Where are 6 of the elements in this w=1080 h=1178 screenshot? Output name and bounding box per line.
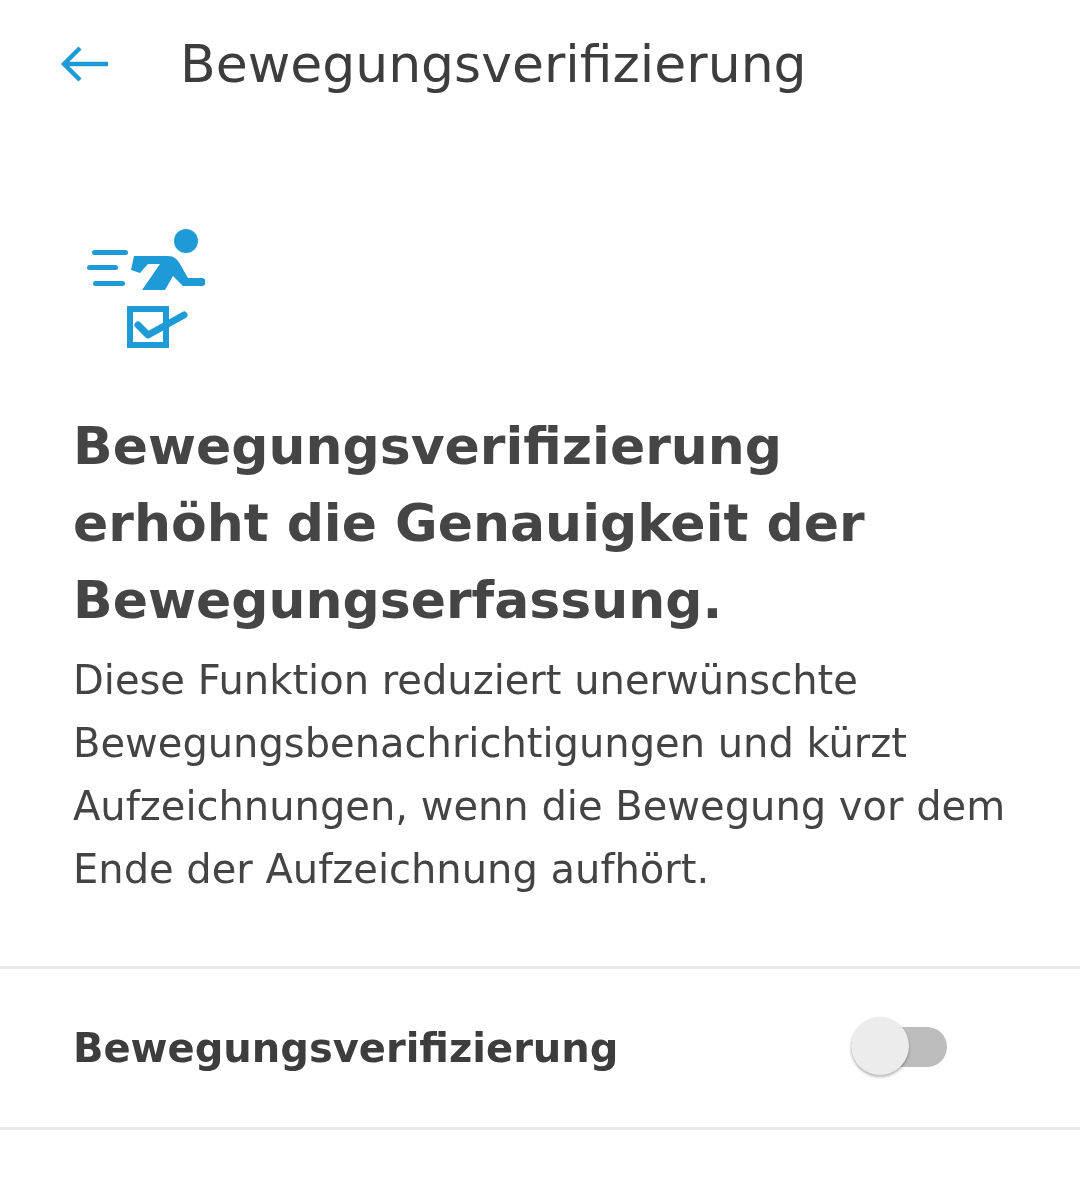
page-title: Bewegungsverifizierung — [180, 34, 807, 94]
running-person-checkbox-icon — [87, 228, 205, 350]
description: Diese Funktion reduziert unerwünschte Bewegungsbenachrichtigungen und kürzt Aufzeichnungen, wenn die Bewegung vor dem Ende der Aufzeichnung aufhört. — [73, 656, 1007, 894]
back-arrow-icon[interactable] — [58, 44, 110, 84]
setting-label: Bewegungsverifizierung — [73, 1025, 619, 1071]
headline: Bewegungsverifizierung erhöht die Genauigkeit der Bewegungserfassung. — [73, 415, 866, 632]
